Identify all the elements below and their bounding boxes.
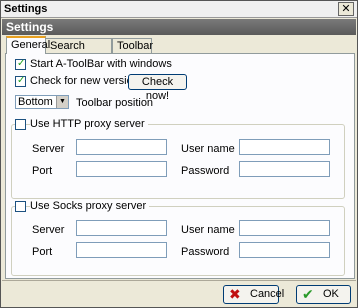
socks-server-input[interactable] — [76, 220, 167, 236]
chevron-down-icon[interactable]: ▼ — [56, 96, 68, 108]
window-title: Settings — [4, 3, 48, 15]
check-new-version-checkbox[interactable] — [15, 75, 26, 87]
http-port-input[interactable] — [76, 161, 167, 177]
http-port-label: Port — [32, 165, 53, 177]
socks-password-label: Password — [181, 246, 230, 258]
socks-server-label: Server — [32, 224, 65, 236]
header-title: Settings — [6, 20, 54, 34]
checkmark-icon: ✔ — [302, 286, 314, 302]
socks-username-input[interactable] — [239, 220, 330, 236]
check-now-button[interactable]: Check now! — [128, 74, 187, 102]
socks-port-label: Port — [32, 246, 53, 258]
close-icon[interactable]: ✕ — [338, 2, 354, 16]
socks-password-input[interactable] — [239, 242, 330, 258]
cross-icon: ✖ — [229, 286, 241, 302]
tab-toolbar[interactable]: Toolbar — [112, 38, 153, 53]
header-band: Settings — [2, 19, 356, 35]
http-username-label: User name — [181, 143, 235, 155]
title-bar: Settings ✕ — [1, 1, 357, 18]
http-server-label: Server — [32, 143, 65, 155]
toolbar-position-value: Bottom — [18, 96, 53, 108]
use-socks-proxy-checkbox[interactable] — [15, 201, 26, 212]
socks-proxy-group — [11, 206, 345, 276]
use-socks-proxy-label: Use Socks proxy server — [30, 200, 150, 212]
check-new-version-label: Check for new version — [30, 75, 139, 87]
tab-search-engines[interactable]: Search engines — [45, 38, 112, 66]
footer-divider — [2, 280, 356, 281]
start-with-windows-checkbox[interactable] — [15, 58, 26, 70]
http-password-label: Password — [181, 165, 230, 177]
socks-port-input[interactable] — [76, 242, 167, 258]
http-password-input[interactable] — [239, 161, 330, 177]
socks-username-label: User name — [181, 224, 235, 236]
cancel-button[interactable]: ✖ Cancel — [223, 285, 284, 304]
cancel-label: Cancel — [250, 288, 285, 300]
start-with-windows-label: Start A-ToolBar with windows — [30, 58, 172, 70]
use-http-proxy-label: Use HTTP proxy server — [30, 118, 148, 130]
ok-button[interactable]: ✔ OK — [296, 285, 351, 304]
http-server-input[interactable] — [76, 139, 167, 155]
use-http-proxy-checkbox[interactable] — [15, 119, 26, 130]
toolbar-position-select[interactable]: Bottom ▼ — [15, 95, 69, 109]
tab-general[interactable]: General — [6, 36, 50, 54]
settings-window: Settings ✕ Settings General Search engin… — [0, 0, 358, 308]
ok-label: OK — [323, 288, 339, 300]
http-username-input[interactable] — [239, 139, 330, 155]
toolbar-position-label: Toolbar position — [76, 97, 154, 109]
